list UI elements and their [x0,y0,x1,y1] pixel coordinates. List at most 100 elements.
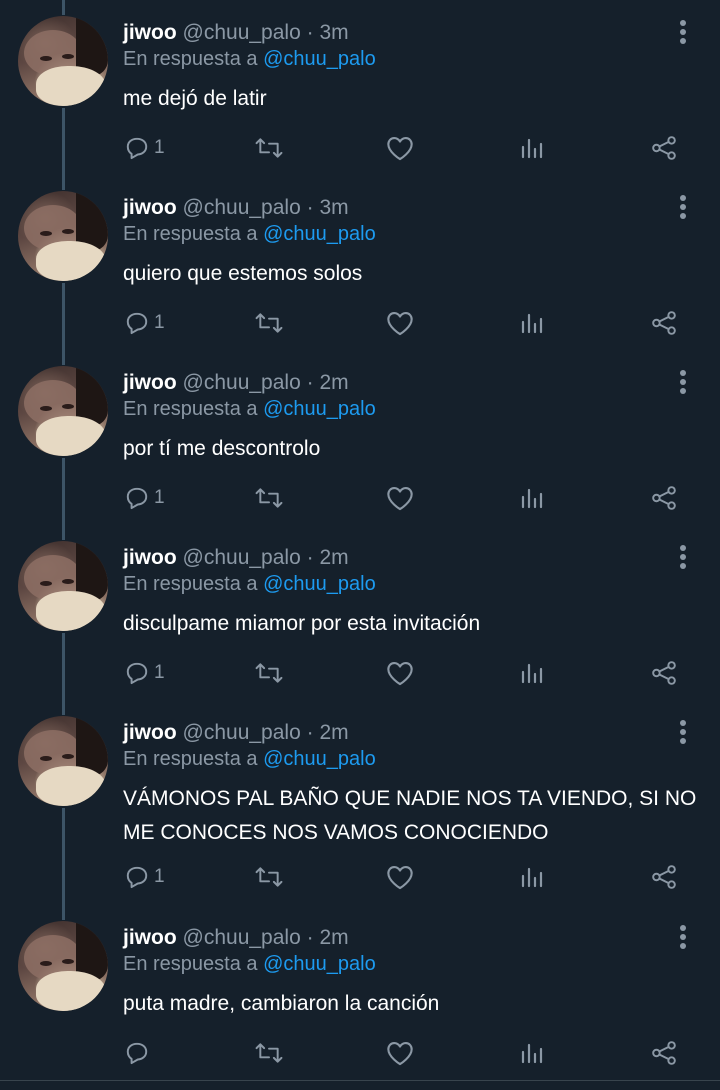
reply-button[interactable] [124,1038,154,1068]
reply-prefix: En respuesta a [123,223,258,245]
reply-button[interactable]: 1 [124,862,165,892]
reply-handle-link[interactable]: @chuu_palo [263,48,376,70]
like-button[interactable] [386,658,414,688]
user-handle[interactable]: @chuu_palo [183,926,301,949]
tweet[interactable]: jiwoo @chuu_palo · 2m En respuesta a @ch… [0,524,720,715]
tweet-header: jiwoo @chuu_palo · 2m [123,720,349,746]
share-button[interactable] [650,862,678,892]
timestamp[interactable]: 2m [319,371,348,394]
more-icon[interactable] [672,20,694,46]
like-button[interactable] [386,1038,414,1068]
views-button[interactable] [520,1038,544,1068]
timestamp[interactable]: 2m [319,546,348,569]
more-icon[interactable] [672,370,694,396]
retweet-button[interactable] [253,308,285,338]
retweet-button[interactable] [253,862,285,892]
display-name[interactable]: jiwoo [123,721,177,744]
retweet-icon [255,867,283,887]
display-name[interactable]: jiwoo [123,21,177,44]
display-name[interactable]: jiwoo [123,926,177,949]
heart-icon [387,866,413,890]
display-name[interactable]: jiwoo [123,546,177,569]
action-bar: 1 [0,308,720,338]
views-button[interactable] [520,862,544,892]
analytics-icon [521,867,543,888]
separator-dot: · [306,371,314,394]
user-handle[interactable]: @chuu_palo [183,721,301,744]
heart-icon [387,662,413,686]
tweet[interactable]: jiwoo @chuu_palo · 2m En respuesta a @ch… [0,904,720,1080]
reply-handle-link[interactable]: @chuu_palo [263,398,376,420]
reply-count: 1 [154,866,165,887]
action-bar: 1 [0,133,720,163]
like-button[interactable] [386,862,414,892]
separator-dot: · [306,926,314,949]
reply-prefix: En respuesta a [123,573,258,595]
action-bar: 1 [0,483,720,513]
reply-prefix: En respuesta a [123,953,258,975]
user-handle[interactable]: @chuu_palo [183,196,301,219]
reply-handle-link[interactable]: @chuu_palo [263,573,376,595]
timestamp[interactable]: 2m [319,721,348,744]
views-button[interactable] [520,658,544,688]
display-name[interactable]: jiwoo [123,196,177,219]
tweet[interactable]: jiwoo @chuu_palo · 3m En respuesta a @ch… [0,0,720,190]
reply-icon [126,866,148,889]
retweet-button[interactable] [253,1038,285,1068]
user-handle[interactable]: @chuu_palo [183,21,301,44]
tweet[interactable]: jiwoo @chuu_palo · 2m En respuesta a @ch… [0,699,720,920]
share-button[interactable] [650,1038,678,1068]
reply-button[interactable]: 1 [124,658,165,688]
more-icon[interactable] [672,545,694,571]
analytics-icon [521,663,543,684]
share-button[interactable] [650,658,678,688]
tweet-header: jiwoo @chuu_palo · 2m [123,925,349,951]
reply-handle-link[interactable]: @chuu_palo [263,748,376,770]
retweet-button[interactable] [253,483,285,513]
tweet-text: VÁMONOS PAL BAÑO QUE NADIE NOS TA VIENDO… [123,787,697,844]
timestamp[interactable]: 3m [319,196,348,219]
avatar[interactable] [18,541,108,631]
reply-handle-link[interactable]: @chuu_palo [263,953,376,975]
user-handle[interactable]: @chuu_palo [183,371,301,394]
more-icon[interactable] [672,925,694,951]
more-icon[interactable] [672,195,694,221]
separator-dot: · [306,721,314,744]
views-button[interactable] [520,133,544,163]
avatar[interactable] [18,191,108,281]
timestamp[interactable]: 3m [319,21,348,44]
reply-handle-link[interactable]: @chuu_palo [263,223,376,245]
retweet-icon [255,663,283,683]
reply-button[interactable]: 1 [124,483,165,513]
tweet[interactable]: jiwoo @chuu_palo · 2m En respuesta a @ch… [0,349,720,540]
separator-dot: · [306,21,314,44]
more-icon[interactable] [672,720,694,746]
like-button[interactable] [386,133,414,163]
reply-button[interactable]: 1 [124,133,165,163]
heart-icon [387,487,413,511]
timestamp[interactable]: 2m [319,926,348,949]
avatar[interactable] [18,921,108,1011]
display-name[interactable]: jiwoo [123,371,177,394]
avatar[interactable] [18,716,108,806]
action-bar [0,1038,720,1068]
views-button[interactable] [520,308,544,338]
avatar[interactable] [18,16,108,106]
like-button[interactable] [386,483,414,513]
reply-count: 1 [154,312,165,333]
views-button[interactable] [520,483,544,513]
share-button[interactable] [650,133,678,163]
retweet-button[interactable] [253,658,285,688]
user-handle[interactable]: @chuu_palo [183,546,301,569]
share-button[interactable] [650,308,678,338]
retweet-icon [255,138,283,158]
reply-context: En respuesta a @chuu_palo [123,748,376,771]
like-button[interactable] [386,308,414,338]
avatar[interactable] [18,366,108,456]
tweet[interactable]: jiwoo @chuu_palo · 3m En respuesta a @ch… [0,174,720,365]
share-button[interactable] [650,483,678,513]
thread-line [62,699,65,714]
retweet-button[interactable] [253,133,285,163]
reply-button[interactable]: 1 [124,308,165,338]
action-bar: 1 [0,862,720,892]
